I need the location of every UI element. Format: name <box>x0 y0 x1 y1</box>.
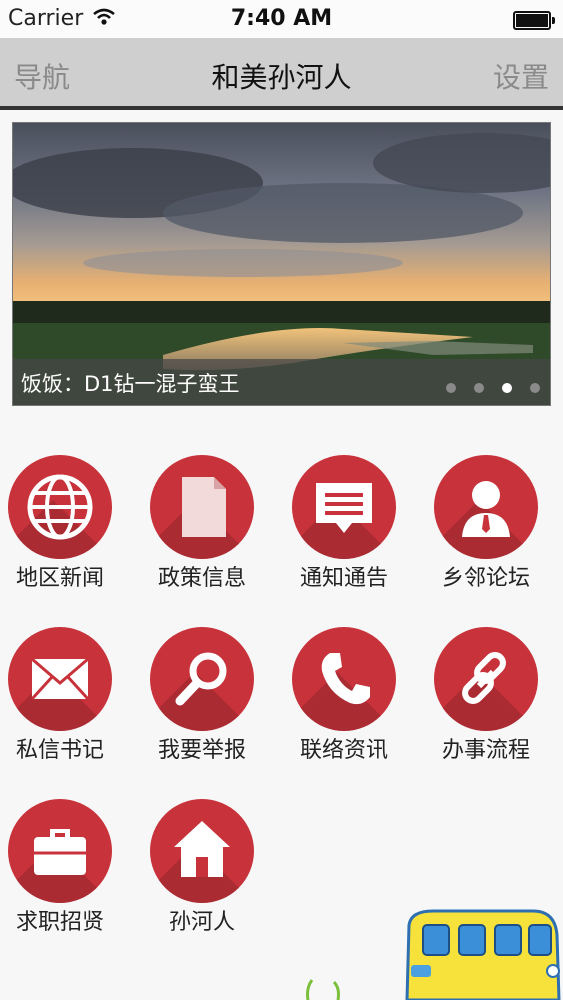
menu-label: 政策信息 <box>157 566 246 591</box>
menu-item-contacts[interactable]: 联络资讯 <box>284 627 426 777</box>
menu-item-report[interactable]: 我要举报 <box>142 627 284 777</box>
menu-label: 我要举报 <box>157 738 246 763</box>
menu-item-jobs[interactable]: 求职招贤 <box>0 799 142 949</box>
menu-label: 联络资讯 <box>299 738 388 763</box>
user-icon <box>434 455 538 559</box>
page-dot[interactable] <box>530 383 540 393</box>
menu-item-policy[interactable]: 政策信息 <box>142 455 284 605</box>
home-icon <box>150 799 254 903</box>
page-indicator[interactable] <box>428 378 540 397</box>
menu-item-sunhe[interactable]: 孙河人 <box>142 799 284 949</box>
briefcase-icon <box>8 799 112 903</box>
phone-icon <box>292 627 396 731</box>
navigation-bar: 导航 和美孙河人 设置 <box>0 38 563 110</box>
page-dot-active[interactable] <box>502 383 512 393</box>
menu-item-process[interactable]: 办事流程 <box>426 627 563 777</box>
page-dot[interactable] <box>474 383 484 393</box>
link-icon <box>434 627 538 731</box>
banner-carousel[interactable]: 饭饭：D1钻一混子蛮王 <box>12 122 551 406</box>
search-icon <box>150 627 254 731</box>
sprout-decoration <box>306 979 340 1000</box>
menu-label: 办事流程 <box>441 738 530 763</box>
settings-button[interactable]: 设置 <box>493 56 549 96</box>
bus-decoration <box>405 909 561 1000</box>
mail-icon <box>8 627 112 731</box>
message-icon <box>292 455 396 559</box>
status-bar: Carrier 7:40 AM <box>0 0 563 38</box>
globe-icon <box>8 455 112 559</box>
menu-item-forum[interactable]: 乡邻论坛 <box>426 455 563 605</box>
menu-item-mail-secretary[interactable]: 私信书记 <box>0 627 142 777</box>
menu-item-news[interactable]: 地区新闻 <box>0 455 142 605</box>
menu-label: 求职招贤 <box>15 910 104 935</box>
menu-label: 地区新闻 <box>15 566 104 591</box>
page-dot[interactable] <box>446 383 456 393</box>
page-title: 和美孙河人 <box>211 61 352 94</box>
menu-label: 通知通告 <box>299 566 388 591</box>
banner-caption-bar: 饭饭：D1钻一混子蛮王 <box>13 359 550 405</box>
menu-label: 乡邻论坛 <box>441 566 530 591</box>
menu-label: 私信书记 <box>15 738 104 763</box>
menu-item-notice[interactable]: 通知通告 <box>284 455 426 605</box>
battery-icon <box>513 11 555 30</box>
document-icon <box>150 455 254 559</box>
clock: 7:40 AM <box>230 6 333 31</box>
menu-label: 孙河人 <box>168 910 235 935</box>
banner-caption[interactable]: 饭饭：D1钻一混子蛮王 <box>21 368 240 398</box>
